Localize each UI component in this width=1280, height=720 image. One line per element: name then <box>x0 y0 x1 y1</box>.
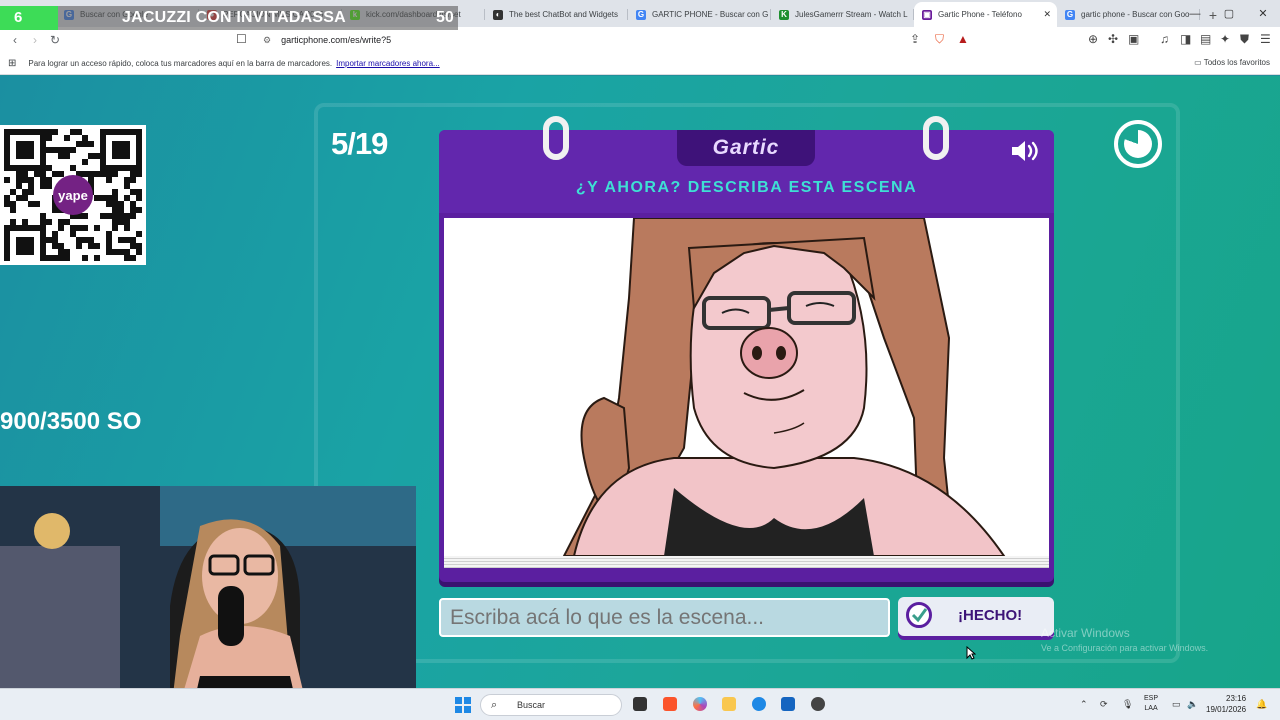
store-icon[interactable] <box>781 697 795 711</box>
back-icon[interactable]: ‹ <box>5 33 25 47</box>
extension-icon[interactable]: ⊕ <box>1088 32 1098 46</box>
tab-favicon-icon: ▣ <box>922 9 932 20</box>
clock-date: 19/01/2026 <box>1206 705 1247 714</box>
browser-tab[interactable]: ▣ Gartic Phone - Teléfono ✕ <box>914 2 1057 27</box>
all-bookmarks-button[interactable]: ▭ Todos los favoritos <box>1194 58 1270 67</box>
brave-shield-icon[interactable]: ⛉ <box>935 32 944 47</box>
left-counter: 6 <box>0 6 58 30</box>
character-illustration <box>562 218 1006 556</box>
windows-start-icon[interactable] <box>455 697 471 713</box>
tab-label: GARTIC PHONE - Buscar con G <box>652 10 769 19</box>
tab-label: JulesGamerrr Stream - Watch L <box>795 10 908 19</box>
search-placeholder: Buscar <box>517 700 546 710</box>
binder-ring-left <box>543 116 569 160</box>
tab-label: gartic phone - Buscar con Goo <box>1081 10 1190 19</box>
watermark-subtitle: Ve a Configuración para activar Windows. <box>1041 643 1209 653</box>
sync-icon[interactable]: ⟳ <box>1100 699 1108 710</box>
qr-pattern: yape <box>4 129 142 267</box>
bookmarks-bar: ⊞ Para lograr un acceso rápido, coloca t… <box>0 53 1280 75</box>
file-explorer-icon[interactable] <box>722 697 736 711</box>
qr-code: yape <box>0 125 146 267</box>
screen: GBuscar con Google●PERCACION MUSICA 2025… <box>0 0 1280 720</box>
puzzle-icon[interactable]: ✣ <box>1108 32 1118 46</box>
scene-answer-input[interactable] <box>439 598 890 637</box>
clock-time: 23:16 <box>1226 694 1247 703</box>
sidebar-icon[interactable]: ◨ <box>1180 32 1191 46</box>
watermark-title: Activar Windows <box>1041 626 1130 640</box>
language-code: ESP <box>1144 695 1159 702</box>
wallet-icon[interactable]: ▤ <box>1200 32 1211 46</box>
streamer-camera-image <box>0 486 416 720</box>
address-bar-row: ‹ › ↻ ☐ ⚙ garticphone.com/es/write?5 ⇪ ⛉… <box>0 27 1280 53</box>
taskbar: ⌕ Buscar ⌃ ⟳ 🎙 ESP LAA ▭ 🔈 23:16 19/01/2… <box>0 688 1280 720</box>
goal-counter: 900/3500 SO <box>0 408 142 435</box>
reload-icon[interactable]: ↻ <box>45 33 65 47</box>
leo-icon[interactable]: ✦ <box>1220 32 1230 46</box>
round-counter: 5/19 <box>331 126 388 161</box>
task-view-icon[interactable] <box>633 697 647 711</box>
music-icon[interactable]: ♫ <box>1160 32 1169 46</box>
tab-search-icon[interactable]: ▣ <box>1128 32 1139 46</box>
minimize-button[interactable]: — <box>1178 0 1212 27</box>
browser-tab[interactable]: ◐ The best ChatBot and Widgets <box>485 2 628 27</box>
tab-favicon-icon: G <box>1065 9 1075 20</box>
language-indicator[interactable]: ESP LAA <box>1144 694 1158 714</box>
close-window-button[interactable]: ✕ <box>1246 0 1280 27</box>
brave-icon[interactable] <box>663 697 677 711</box>
browser-tab[interactable]: G GARTIC PHONE - Buscar con G <box>628 2 771 27</box>
all-bookmarks-label: Todos los favoritos <box>1203 58 1270 67</box>
share-icon[interactable]: ⇪ <box>910 32 920 46</box>
gartic-logo: Gartic <box>677 130 815 166</box>
folder-icon: ▭ <box>1194 58 1202 67</box>
windows-activation-watermark: Activar Windows Ve a Configuración para … <box>1041 626 1208 653</box>
done-label: ¡HECHO! <box>958 607 1023 624</box>
close-tab-icon[interactable]: ✕ <box>1043 9 1051 20</box>
url-text: garticphone.com/es/write?5 <box>281 35 392 45</box>
copilot-icon[interactable] <box>693 697 707 711</box>
volume-icon[interactable]: 🔈 <box>1187 699 1198 710</box>
site-settings-icon[interactable]: ⚙ <box>263 35 271 46</box>
tab-label: Gartic Phone - Teléfono <box>938 10 1022 19</box>
import-bookmarks-link[interactable]: Importar marcadores ahora... <box>336 59 440 68</box>
check-icon <box>906 602 932 628</box>
clock[interactable]: 23:16 19/01/2026 <box>1206 693 1246 715</box>
keyboard-layout: LAA <box>1144 705 1158 712</box>
webcam-feed <box>0 486 416 720</box>
forward-icon[interactable]: › <box>25 33 45 47</box>
network-icon[interactable]: ▭ <box>1172 699 1181 710</box>
alert-text: JACUZZI CON INVITADASSA <box>122 9 346 26</box>
menu-icon[interactable]: ☰ <box>1260 32 1271 46</box>
search-icon: ⌕ <box>491 699 498 711</box>
tab-favicon-icon: K <box>779 9 789 20</box>
yape-logo-text: yape <box>58 188 88 203</box>
browser-tab[interactable]: K JulesGamerrr Stream - Watch L <box>771 2 914 27</box>
done-button[interactable]: ¡HECHO! <box>898 597 1054 636</box>
tab-label: The best ChatBot and Widgets <box>509 10 618 19</box>
tray-chevron-icon[interactable]: ⌃ <box>1080 699 1088 710</box>
binder-ring-right <box>923 116 949 160</box>
scene-card: Gartic ¿Y AHORA? DESCRIBA ESTA ESCENA <box>439 116 1054 582</box>
speaker-icon[interactable] <box>1010 140 1042 162</box>
apps-grid-icon[interactable]: ⊞ <box>8 58 16 69</box>
taskbar-search[interactable]: ⌕ Buscar <box>480 694 622 716</box>
scene-prompt: ¿Y AHORA? DESCRIBA ESTA ESCENA <box>575 179 918 196</box>
tab-favicon-icon: ◐ <box>493 9 503 20</box>
notification-icon[interactable]: 🔔 <box>1256 699 1267 710</box>
tab-favicon-icon: G <box>636 9 646 20</box>
bookmarks-hint: Para lograr un acceso rápido, coloca tus… <box>28 59 333 68</box>
window-controls: — ▢ ✕ <box>1178 0 1280 27</box>
bookmark-icon[interactable]: ☐ <box>236 32 247 46</box>
maximize-button[interactable]: ▢ <box>1212 0 1246 27</box>
obs-icon[interactable] <box>811 697 825 711</box>
right-counter: 50 <box>436 9 454 26</box>
timer-icon <box>1114 120 1162 168</box>
rewards-icon[interactable]: ▲ <box>957 32 969 46</box>
url-field[interactable]: ⚙ garticphone.com/es/write?5 <box>258 30 978 50</box>
scene-drawing <box>444 218 1049 556</box>
mouse-cursor-icon <box>966 646 976 660</box>
vpn-icon[interactable]: ⛊ <box>1240 32 1249 47</box>
paper-edge <box>444 556 1049 568</box>
microphone-icon[interactable]: 🎙 <box>1122 699 1133 710</box>
edge-icon[interactable] <box>752 697 766 711</box>
